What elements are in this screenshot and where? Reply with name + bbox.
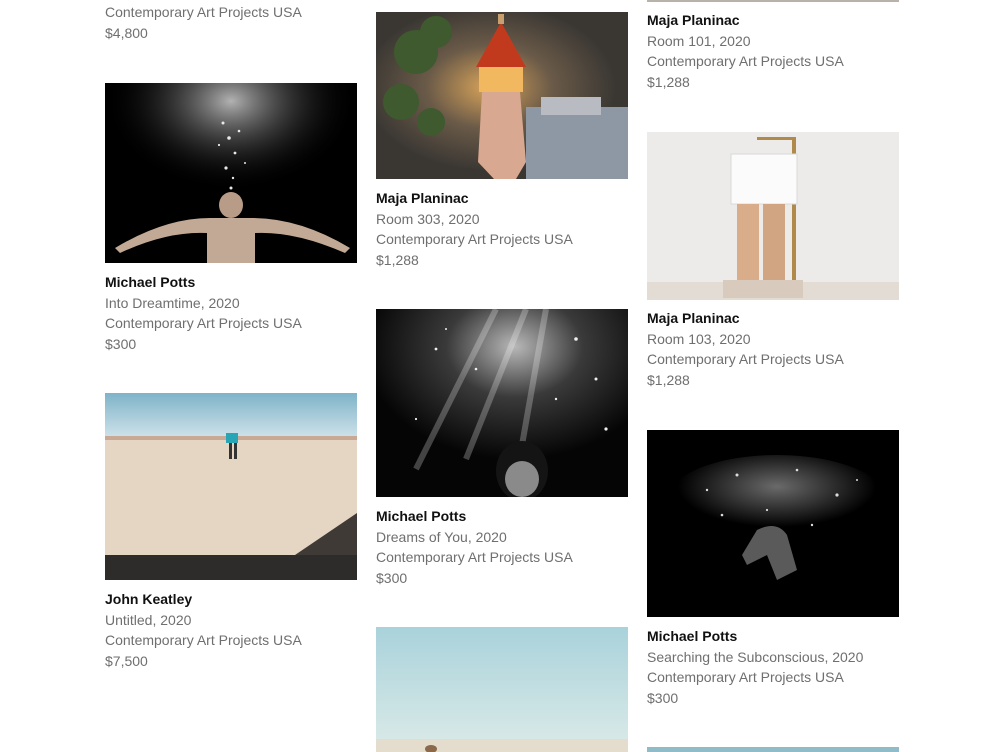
artwork-meta: Michael Potts Dreams of You, 2020 Contem… bbox=[376, 506, 636, 588]
artwork-meta: Maja Planinac Room 101, 2020 Contemporar… bbox=[647, 10, 907, 92]
artwork-price: $300 bbox=[647, 689, 679, 706]
artwork-title[interactable]: Room 303, 2020 bbox=[376, 209, 636, 230]
artwork-image-room-303[interactable] bbox=[376, 12, 628, 179]
artwork-artist[interactable]: Michael Potts bbox=[376, 506, 636, 527]
artwork-title[interactable]: Searching the Subconscious, 2020 bbox=[647, 647, 907, 668]
artwork-price: $1,288 bbox=[647, 371, 690, 388]
artwork-image[interactable] bbox=[647, 747, 899, 752]
artwork-image-into-dreamtime[interactable] bbox=[105, 83, 357, 263]
artwork-meta: Contemporary Art Projects USA $4,800 bbox=[105, 2, 365, 43]
artwork-gallery[interactable]: Contemporary Art Projects USA bbox=[376, 547, 636, 568]
artwork-meta: John Keatley Untitled, 2020 Contemporary… bbox=[105, 589, 365, 671]
artwork-meta: Maja Planinac Room 103, 2020 Contemporar… bbox=[647, 308, 907, 390]
artwork-meta: Michael Potts Into Dreamtime, 2020 Conte… bbox=[105, 272, 365, 354]
artwork-artist[interactable]: Maja Planinac bbox=[647, 308, 907, 329]
artwork-gallery[interactable]: Contemporary Art Projects USA bbox=[105, 630, 365, 651]
artwork-price: $4,800 bbox=[105, 24, 148, 41]
artwork-price: $1,288 bbox=[376, 251, 419, 268]
artwork-artist[interactable]: Maja Planinac bbox=[376, 188, 636, 209]
artwork-image-untitled[interactable] bbox=[105, 393, 357, 580]
artwork-gallery[interactable]: Contemporary Art Projects USA bbox=[647, 51, 907, 72]
artwork-image-searching-the-subconscious[interactable] bbox=[647, 430, 899, 617]
artwork-gallery[interactable]: Contemporary Art Projects USA bbox=[376, 229, 636, 250]
artwork-title[interactable]: Dreams of You, 2020 bbox=[376, 527, 636, 548]
artwork-price: $7,500 bbox=[105, 652, 148, 669]
artwork-price: $300 bbox=[376, 569, 408, 586]
artwork-gallery[interactable]: Contemporary Art Projects USA bbox=[105, 313, 365, 334]
artwork-gallery[interactable]: Contemporary Art Projects USA bbox=[647, 349, 907, 370]
artwork-price: $1,288 bbox=[647, 73, 690, 90]
artwork-title[interactable]: Room 103, 2020 bbox=[647, 329, 907, 350]
artwork-meta: Michael Potts Searching the Subconscious… bbox=[647, 626, 907, 708]
artwork-artist[interactable]: Michael Potts bbox=[105, 272, 365, 293]
artwork-title[interactable]: Untitled, 2020 bbox=[105, 610, 365, 631]
artwork-image-room-103[interactable] bbox=[647, 132, 899, 300]
artwork-gallery[interactable]: Contemporary Art Projects USA bbox=[105, 2, 365, 23]
artwork-price: $300 bbox=[105, 335, 137, 352]
artwork-gallery[interactable]: Contemporary Art Projects USA bbox=[647, 667, 907, 688]
artwork-artist[interactable]: Michael Potts bbox=[647, 626, 907, 647]
artwork-artist[interactable]: Maja Planinac bbox=[647, 10, 907, 31]
artwork-title[interactable]: Into Dreamtime, 2020 bbox=[105, 293, 365, 314]
artwork-image-room-101[interactable] bbox=[647, 0, 899, 2]
artwork-meta: Maja Planinac Room 303, 2020 Contemporar… bbox=[376, 188, 636, 270]
artwork-image-dreams-of-you[interactable] bbox=[376, 309, 628, 497]
artwork-image[interactable] bbox=[376, 627, 628, 752]
artwork-title[interactable]: Room 101, 2020 bbox=[647, 31, 907, 52]
artwork-artist[interactable]: John Keatley bbox=[105, 589, 365, 610]
